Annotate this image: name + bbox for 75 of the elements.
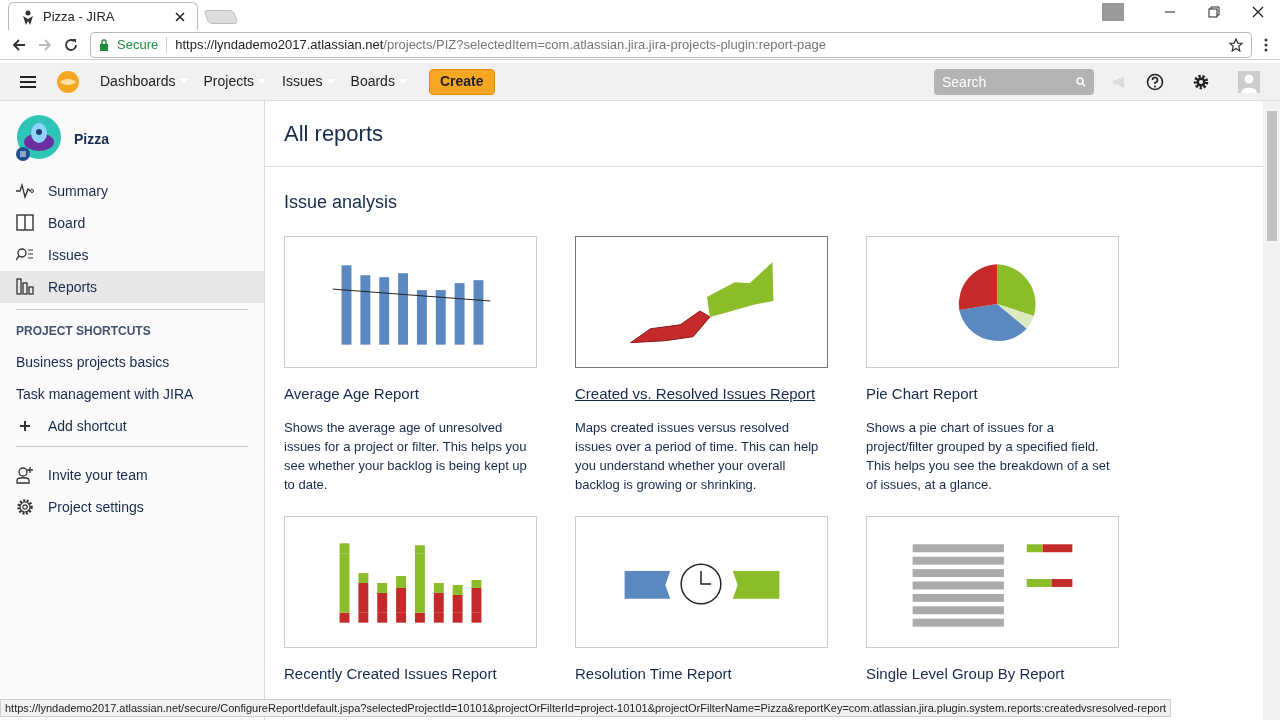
stacked-bar — [377, 582, 388, 623]
url-text: https://lyndademo2017.atlassian.net/projects/PIZ?selectedItem=com.atlassian.jira.jira-projects-plugin:report-page — [175, 35, 827, 54]
bar — [435, 290, 446, 345]
more-menu-icon[interactable] — [1264, 37, 1268, 52]
back-icon[interactable] — [12, 37, 26, 52]
report-title-link[interactable]: Created vs. Resolved Issues Report — [575, 383, 828, 406]
board-icon — [16, 214, 34, 232]
stacked-bar — [433, 582, 444, 623]
reload-icon[interactable] — [64, 37, 78, 52]
bar-chart-icon — [16, 278, 34, 296]
sidebar-item[interactable]: Invite your team — [0, 459, 264, 491]
report-title-link[interactable]: Pie Chart Report — [866, 383, 1119, 406]
report-title-link[interactable]: Average Age Report — [284, 383, 537, 406]
split-bar — [1026, 543, 1073, 552]
add-shortcut-link[interactable]: Add shortcut — [0, 410, 264, 442]
report-thumbnail[interactable] — [575, 515, 828, 648]
stacked-bar — [471, 579, 482, 623]
bar — [379, 277, 390, 345]
project-avatar-icon — [16, 115, 64, 163]
bookmark-star-icon[interactable] — [1229, 37, 1243, 52]
bar — [473, 280, 484, 345]
report-description: Maps created issues versus resolved issues over a period of time. This can help you understand whether your overall backlog is growing or shrinking. — [575, 418, 820, 494]
sidebar-item[interactable]: Issues — [0, 239, 264, 271]
sidebar-item[interactable]: Board — [0, 207, 264, 239]
lock-icon — [99, 38, 109, 51]
browser-tab[interactable]: Pizza - JIRA — [8, 2, 198, 30]
report-title-link[interactable]: Recently Created Issues Report — [284, 662, 537, 685]
search-field[interactable]: Search — [934, 68, 1094, 95]
add-person-icon — [16, 466, 34, 484]
end-tag — [732, 570, 780, 599]
pulse-icon — [16, 182, 34, 200]
clock-icon — [680, 562, 722, 605]
project-name: Pizza — [74, 129, 109, 149]
stacked-bar — [396, 575, 407, 623]
menu-icon[interactable] — [20, 74, 36, 89]
jira-logo-icon — [21, 8, 35, 25]
help-icon[interactable] — [1146, 72, 1164, 91]
stacked-bar — [452, 584, 463, 623]
address-bar[interactable]: Secure https://lyndademo2017.atlassian.net/projects/PIZ?selectedItem=com.atlassian.jira.jira-projects-plugin:report-page — [90, 31, 1252, 58]
secure-label: Secure — [117, 35, 159, 54]
start-tag — [624, 570, 671, 599]
settings-icon — [16, 498, 34, 516]
stacked-bar — [358, 572, 369, 623]
sidebar-item[interactable]: Project settings — [0, 491, 264, 523]
report-title-link[interactable]: Single Level Group By Report — [866, 662, 1119, 685]
nav-menu[interactable]: Boards — [342, 66, 415, 97]
report-thumbnail[interactable] — [575, 236, 828, 368]
nav-menu[interactable]: Projects — [195, 66, 275, 97]
bar — [416, 290, 427, 345]
search-icon — [1076, 76, 1086, 87]
section-heading: PROJECT SHORTCUTS — [15, 323, 152, 340]
scrollbar-thumb[interactable] — [1266, 111, 1277, 241]
section-title: Issue analysis — [284, 191, 399, 214]
report-thumbnail[interactable] — [866, 236, 1119, 368]
report-thumbnail[interactable] — [284, 515, 537, 648]
report-thumbnail[interactable] — [284, 236, 537, 368]
settings-icon[interactable] — [1192, 72, 1210, 91]
create-button[interactable]: Create — [428, 68, 495, 95]
nav-menu[interactable]: Dashboards — [92, 66, 196, 97]
nav-menu[interactable]: Issues — [274, 66, 343, 97]
shortcut-link[interactable]: Task management with JIRA — [0, 378, 264, 410]
bar — [360, 275, 371, 345]
page-title: All reports — [284, 120, 384, 148]
report-description: Shows a pie chart of issues for a project/filter grouped by a specified field. This helps you see the breakdown of a set of issues, at a glance. — [866, 418, 1111, 494]
status-url: https://lyndademo2017.atlassian.net/secure/ConfigureReport!default.jspa?selectedProjectId=10101&projectOrFilterId=project-10101&projectOrFilterName=Pizza&reportKey=com.atlassian.jira.plugin.system.reports:createdvsresolved-report — [0, 699, 1172, 717]
shortcut-link[interactable]: Business projects basics — [0, 346, 264, 378]
sidebar-item[interactable]: Reports — [0, 271, 264, 303]
bar — [454, 283, 465, 345]
bar — [398, 273, 408, 345]
split-bar — [1026, 578, 1073, 587]
sidebar-item[interactable]: Summary — [0, 175, 264, 207]
report-description: Shows the average age of unresolved issues for a project or filter. This helps you see whether your backlog is being kept up to date. — [284, 418, 528, 494]
report-title-link[interactable]: Resolution Time Report — [575, 662, 828, 685]
close-icon[interactable] — [175, 11, 185, 22]
report-thumbnail[interactable] — [866, 515, 1119, 648]
